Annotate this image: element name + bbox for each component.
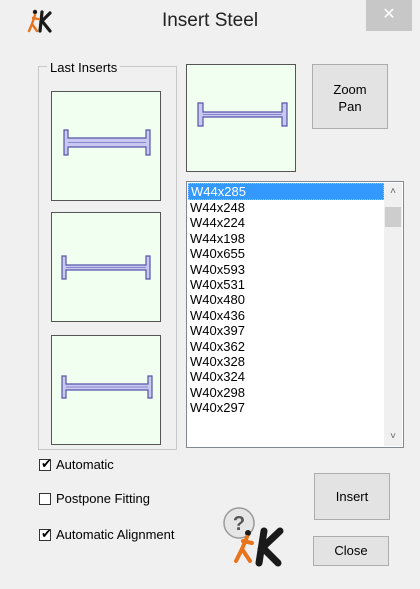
list-item[interactable]: W44x224 <box>188 215 384 230</box>
last-insert-1[interactable] <box>51 91 161 201</box>
postpone-fitting-checkbox[interactable] <box>39 493 51 505</box>
list-item[interactable]: W40x480 <box>188 292 384 307</box>
list-item[interactable]: W44x248 <box>188 200 384 215</box>
scroll-up-icon[interactable]: ˄ <box>384 183 402 201</box>
automatic-alignment-label: Automatic Alignment <box>56 527 175 542</box>
check-icon: ✔ <box>41 526 52 541</box>
pan-label: Pan <box>338 99 362 114</box>
list-item[interactable]: W40x298 <box>188 385 384 400</box>
list-item[interactable]: W40x362 <box>188 339 384 354</box>
list-item[interactable]: W44x198 <box>188 231 384 246</box>
list-item[interactable]: W40x328 <box>188 354 384 369</box>
i-beam-icon <box>61 255 151 280</box>
last-insert-2[interactable] <box>51 212 161 322</box>
i-beam-icon <box>197 102 288 127</box>
list-item[interactable]: W40x324 <box>188 369 384 384</box>
list-item[interactable]: W40x531 <box>188 277 384 292</box>
automatic-label: Automatic <box>56 457 114 472</box>
close-icon[interactable]: ✕ <box>366 0 412 31</box>
insert-button[interactable]: Insert <box>314 473 390 520</box>
title-bar: Insert Steel ✕ <box>0 0 420 44</box>
section-preview <box>186 64 296 172</box>
zoom-label: Zoom <box>333 82 367 97</box>
list-item[interactable]: W40x655 <box>188 246 384 261</box>
list-scrollbar[interactable]: ˄ ˅ <box>384 183 402 446</box>
automatic-alignment-checkbox[interactable]: ✔ <box>39 526 52 541</box>
i-beam-icon <box>63 129 151 156</box>
section-list[interactable]: W44x285 W44x248 W44x224 W44x198 W40x655 W40x5… <box>186 181 404 448</box>
last-insert-3[interactable] <box>51 335 161 445</box>
list-item[interactable]: W40x436 <box>188 308 384 323</box>
svg-text:?: ? <box>233 513 245 535</box>
postpone-fitting-label: Postpone Fitting <box>56 491 150 506</box>
insert-steel-dialog: Insert Steel ✕ Last Inserts Zoom Pan W44… <box>0 0 420 589</box>
automatic-checkbox[interactable]: ✔ <box>39 456 52 471</box>
scroll-down-icon[interactable]: ˅ <box>384 428 402 446</box>
list-item[interactable]: W40x397 <box>188 323 384 338</box>
list-item[interactable]: W44x285 <box>188 183 384 200</box>
window-title: Insert Steel <box>161 10 259 31</box>
i-beam-icon <box>61 375 153 399</box>
close-button[interactable]: Close <box>313 536 389 566</box>
list-item[interactable]: W40x593 <box>188 262 384 277</box>
scroll-thumb[interactable] <box>385 207 401 227</box>
last-inserts-label: Last Inserts <box>47 60 121 75</box>
section-list-items: W44x285 W44x248 W44x224 W44x198 W40x655 W40x5… <box>188 183 384 415</box>
check-icon: ✔ <box>41 456 52 471</box>
zoom-pan-button[interactable]: Zoom Pan <box>312 64 388 129</box>
help-logo-icon[interactable]: ? <box>214 503 294 567</box>
list-item[interactable]: W40x297 <box>188 400 384 415</box>
